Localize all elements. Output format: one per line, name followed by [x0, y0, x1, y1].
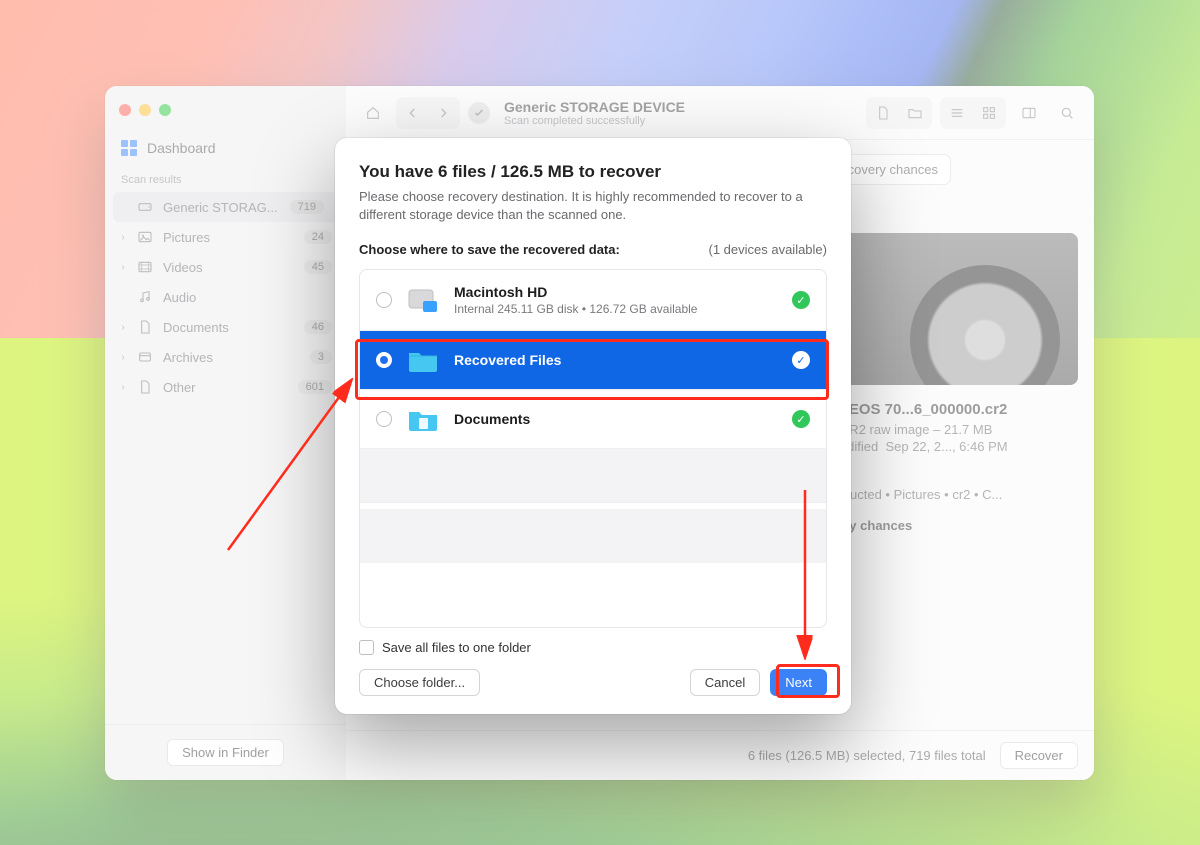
destination-macintosh-hd[interactable]: Macintosh HD Internal 245.11 GB disk • 1…: [360, 270, 826, 331]
radio-button[interactable]: [376, 411, 392, 427]
save-all-to-one-folder-label: Save all files to one folder: [382, 640, 531, 655]
folder-icon: [406, 345, 440, 375]
destination-empty-row: [360, 509, 826, 563]
destination-name: Recovered Files: [454, 352, 778, 368]
check-ok-icon: ✓: [792, 351, 810, 369]
radio-button[interactable]: [376, 352, 392, 368]
next-button[interactable]: Next: [770, 669, 827, 696]
destination-name: Macintosh HD: [454, 284, 778, 300]
destination-recovered-files[interactable]: Recovered Files ✓: [360, 331, 826, 390]
radio-button[interactable]: [376, 292, 392, 308]
destination-name: Documents: [454, 411, 778, 427]
hdd-icon: [406, 285, 440, 315]
destination-meta: Internal 245.11 GB disk • 126.72 GB avai…: [454, 302, 778, 316]
check-ok-icon: ✓: [792, 410, 810, 428]
destination-empty-row: [360, 449, 826, 503]
choose-folder-button[interactable]: Choose folder...: [359, 669, 480, 696]
destination-list: Macintosh HD Internal 245.11 GB disk • 1…: [359, 269, 827, 628]
save-all-to-one-folder-checkbox[interactable]: [359, 640, 374, 655]
devices-available-label: (1 devices available): [708, 242, 827, 257]
destination-documents[interactable]: Documents ✓: [360, 390, 826, 449]
modal-title: You have 6 files / 126.5 MB to recover: [359, 162, 827, 182]
cancel-button[interactable]: Cancel: [690, 669, 760, 696]
recovery-destination-modal: You have 6 files / 126.5 MB to recover P…: [335, 138, 851, 714]
choose-destination-label: Choose where to save the recovered data:: [359, 242, 708, 257]
check-ok-icon: ✓: [792, 291, 810, 309]
modal-subtitle: Please choose recovery destination. It i…: [359, 188, 827, 224]
folder-icon: [406, 404, 440, 434]
